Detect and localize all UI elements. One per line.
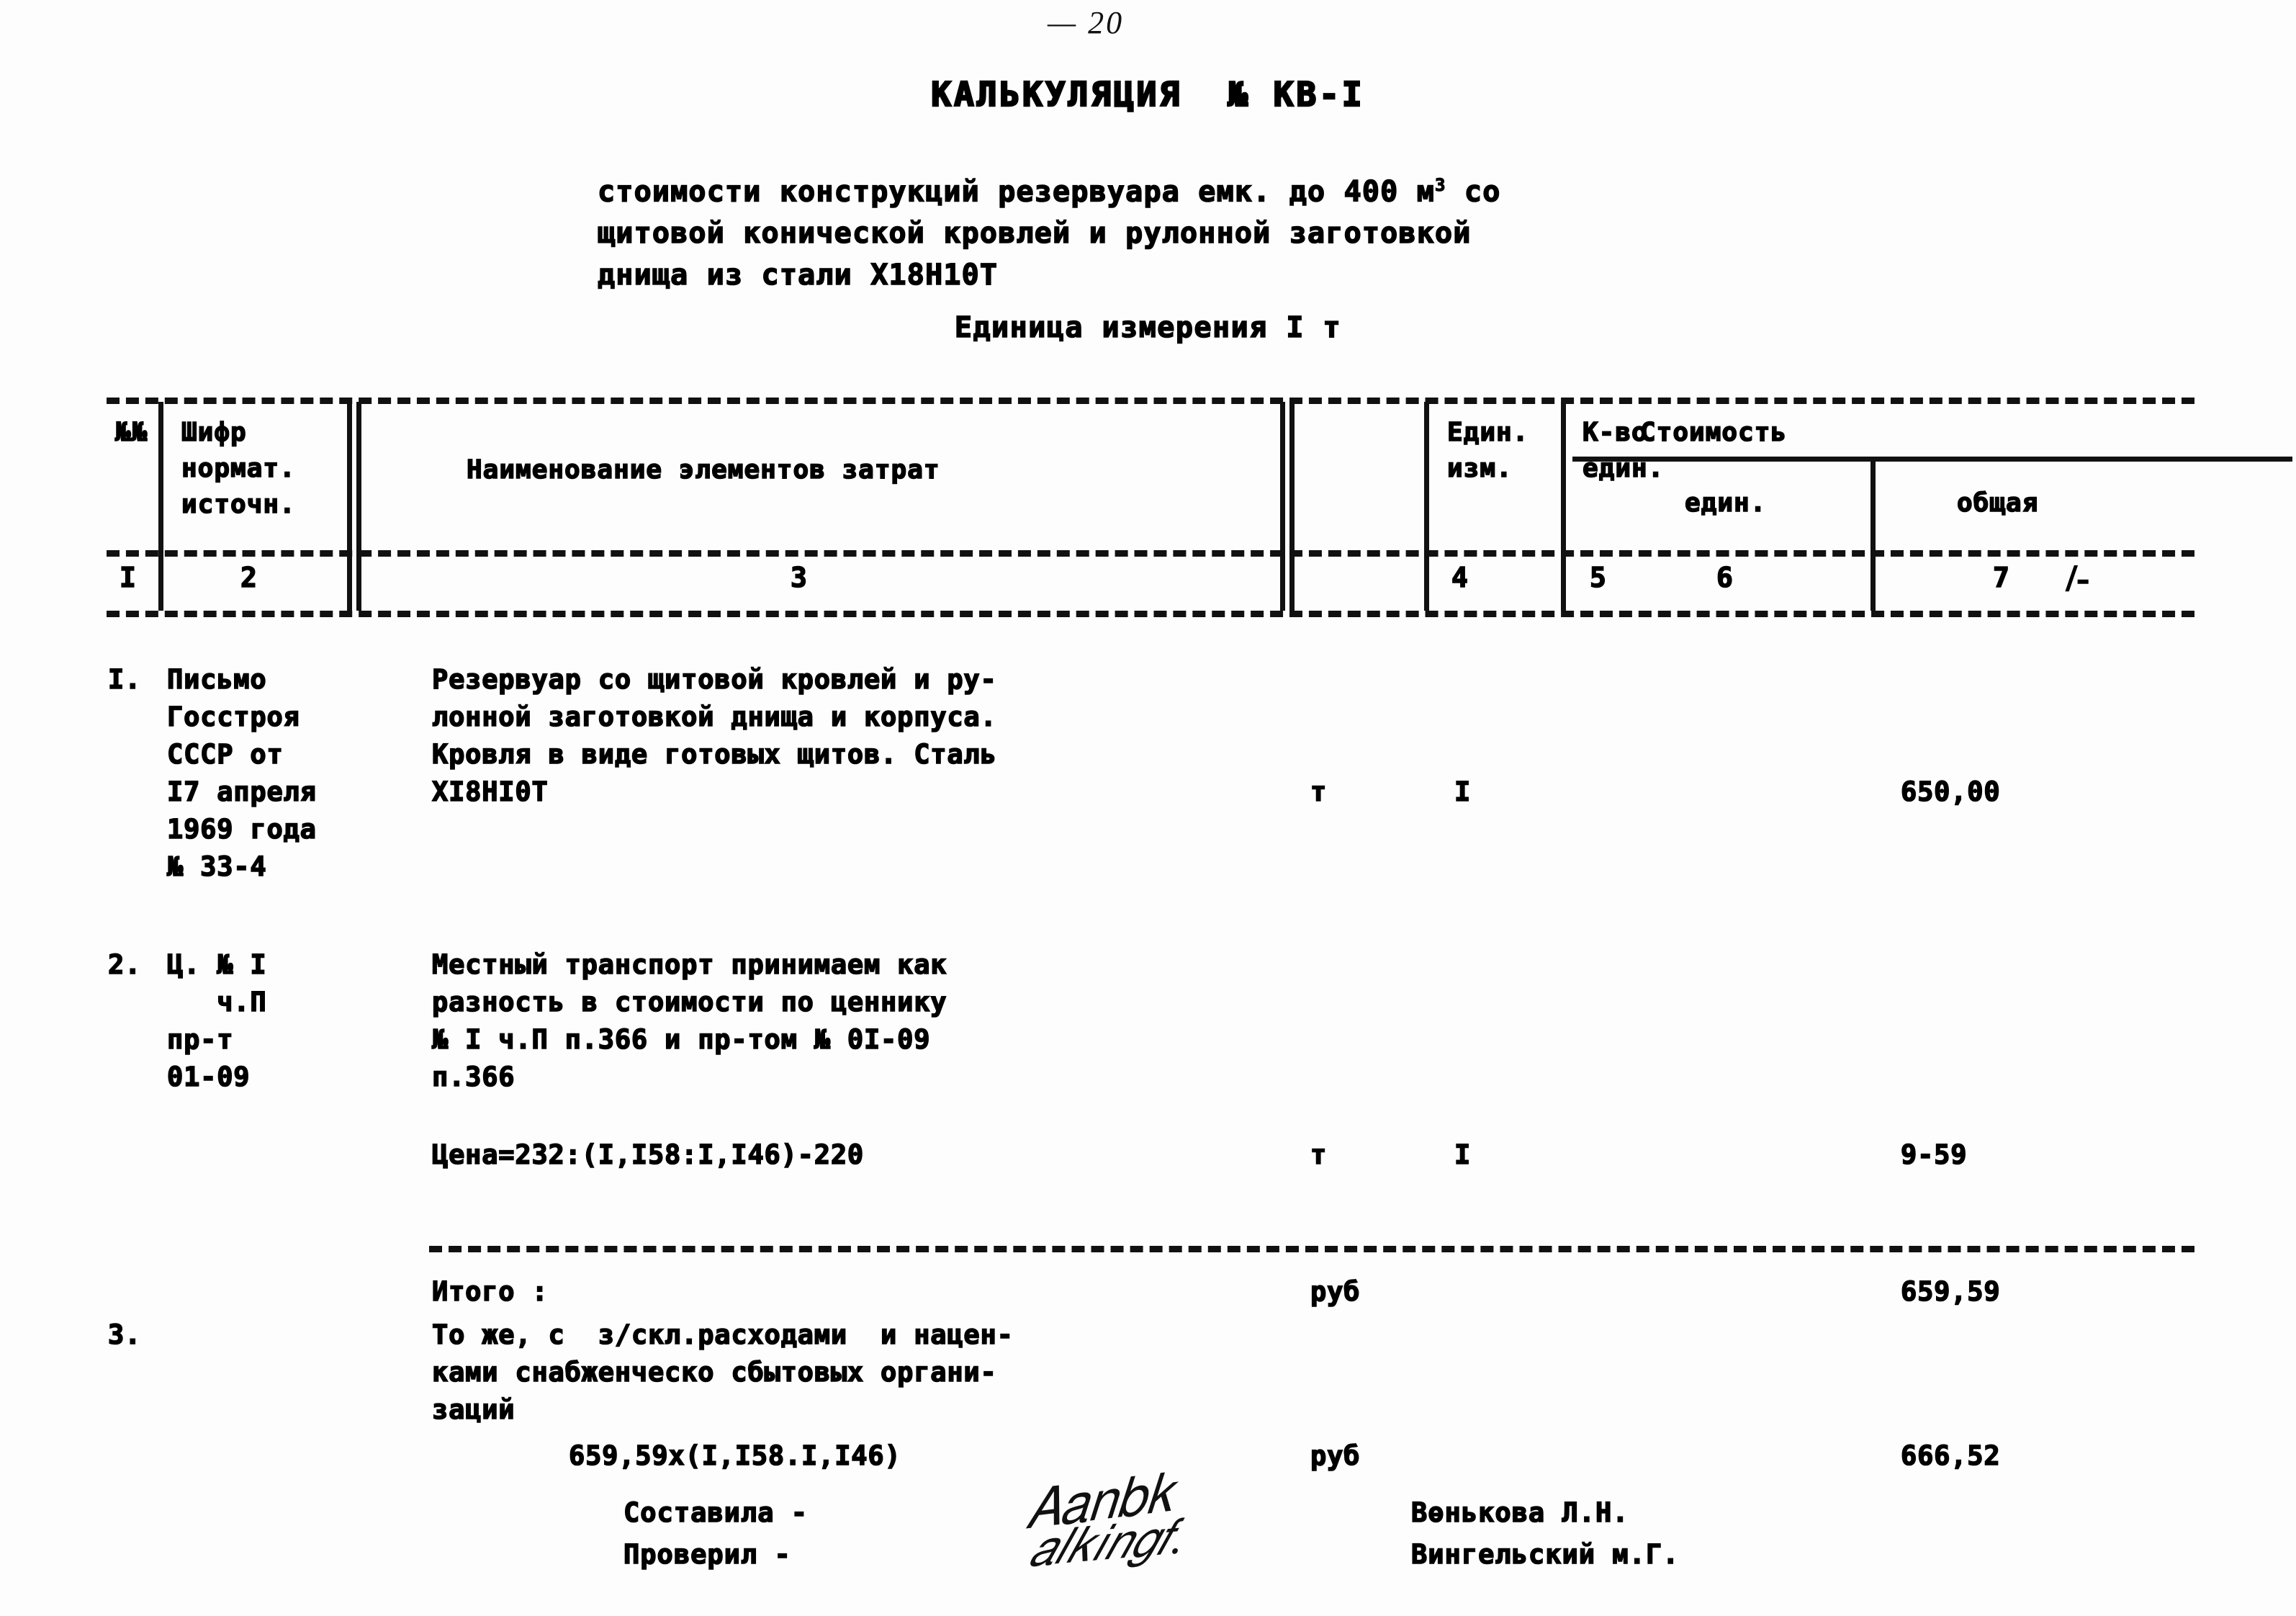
document-title: КАЛЬКУЛЯЦИЯ № КВ-I: [930, 74, 1365, 115]
subtotal-separator: [429, 1246, 2194, 1252]
row1-unit: т: [1310, 776, 1328, 808]
signature-name-checker: Вингельский м.Г.: [1410, 1538, 1680, 1571]
row2-norm-code: Ц. № I ч.П пр-т 01-09: [166, 948, 267, 1093]
unit-of-measure-line: Единица измерения I т: [954, 310, 1342, 345]
th-norm-code: Шифр нормат. источн.: [181, 417, 296, 520]
col-divider-2: [347, 402, 361, 611]
th-total-price: общая: [1956, 488, 2039, 519]
col-divider-4: [1424, 402, 1429, 611]
signature-label-author: Составила -: [623, 1496, 809, 1529]
colnum-6: 6: [1716, 561, 1734, 594]
row3-unit: руб: [1310, 1440, 1361, 1472]
row3-formula: 659,59х(I,I58.I,I46): [568, 1440, 901, 1472]
row2-price-formula: Цена=232:(I,I58:I,I46)-220: [431, 1139, 864, 1171]
th-quantity: К-во един.: [1582, 417, 1665, 484]
row2-description: Местный транспорт принимаем как разность…: [431, 948, 947, 1093]
col-divider-6: [1870, 459, 1876, 611]
table-header-frame: Стоимость №№ Шифр нормат. источн. Наимен…: [107, 398, 2292, 621]
col-divider-1: [158, 402, 163, 611]
row2-number: 2.: [107, 948, 142, 981]
subtotal-label: Итого :: [431, 1275, 549, 1308]
row1-norm-code: Письмо Госстроя СССР от I7 апреля 1969 г…: [166, 663, 317, 883]
header-rule-top: [107, 398, 2194, 404]
document-page: — 20 КАЛЬКУЛЯЦИЯ № КВ-I стоимости констр…: [0, 0, 2296, 1616]
th-unit: Един. изм.: [1446, 417, 1529, 484]
colnum-3: 3: [790, 561, 808, 594]
colnum-5: 5: [1589, 561, 1607, 594]
margin-slash-mark: /-: [2066, 557, 2089, 600]
colnum-1: I: [119, 561, 137, 594]
row3-description: То же, с з/скл.расходами и нацен- ками с…: [431, 1319, 1014, 1426]
row1-total: 650,00: [1900, 776, 2001, 808]
row3-total: 666,52: [1900, 1440, 2001, 1472]
colnum-2: 2: [240, 561, 258, 594]
signature-label-checker: Проверил -: [623, 1538, 791, 1571]
col-divider-3: [1280, 402, 1295, 611]
row2-total: 9-59: [1900, 1139, 1968, 1171]
row2-unit: т: [1310, 1139, 1328, 1171]
subtitle-line-2: щитовой конической кровлей и рулонной за…: [597, 217, 1472, 251]
row1-description: Резервуар со щитовой кровлей и ру- лонно…: [431, 663, 997, 808]
cubic-meter-superscript: 3: [1434, 174, 1446, 195]
subtitle-line-3: днища из стали Х18Н10Т: [597, 259, 999, 293]
row3-number: 3.: [107, 1319, 142, 1351]
row1-quantity: I: [1454, 776, 1472, 808]
row2-quantity: I: [1454, 1139, 1472, 1171]
subtotal-unit: руб: [1310, 1275, 1361, 1308]
subtotal-total: 659,59: [1900, 1275, 2001, 1308]
header-rule-bottom: [107, 611, 2194, 617]
th-cost-element-name: Наименование элементов затрат: [466, 454, 940, 485]
colnum-4: 4: [1451, 561, 1469, 594]
signature-name-author: Вөнькова Л.Н.: [1410, 1496, 1629, 1529]
th-row-number: №№: [114, 417, 148, 448]
th-unit-price: един.: [1684, 488, 1767, 519]
header-rule-middle: [107, 550, 2194, 557]
group-header-rule: [1572, 457, 2292, 462]
subtitle-line-1: стоимости конструкций резервуара емк. до…: [597, 174, 1501, 209]
colnum-7: 7: [1992, 561, 2010, 594]
row1-number: I.: [107, 663, 142, 696]
page-number-mark: — 20: [1048, 5, 1125, 40]
col-divider-5: [1561, 402, 1566, 611]
document-subtitle: стоимости конструкций резервуара емк. до…: [597, 164, 1501, 296]
